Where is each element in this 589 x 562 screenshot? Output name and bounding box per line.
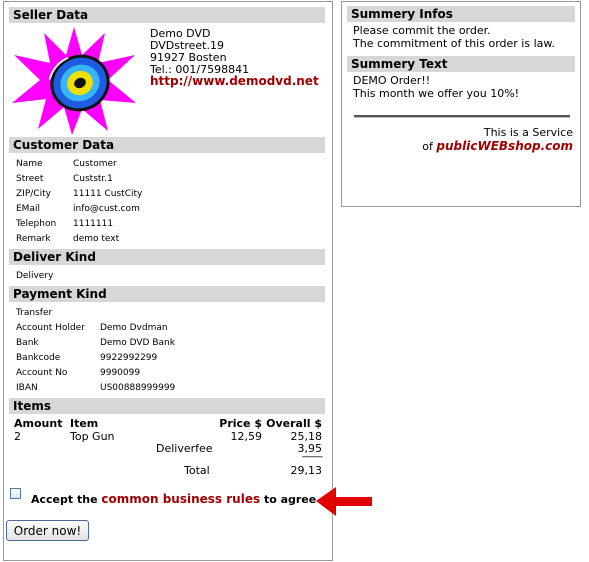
payment-label: Account No [16, 368, 68, 378]
deliverfee-label: Deliverfee [156, 442, 213, 455]
item-price: 12,59 [230, 430, 263, 443]
payment-kind: Transfer [16, 308, 53, 318]
accept-suffix: to agree [263, 493, 317, 506]
order-panel: Seller Data Demo DVD DVDstreet.19 91927 … [3, 1, 333, 561]
divider [354, 115, 570, 118]
accept-rules-checkbox[interactable] [10, 488, 21, 499]
item-amount: 2 [14, 430, 21, 443]
customer-value: info@cust.com [73, 204, 140, 214]
red-arrow-icon [316, 487, 372, 516]
summary-infos-header: Summery Infos [347, 6, 575, 22]
summary-text-line-2: This month we offer you 10%! [353, 87, 520, 100]
payment-value: Demo Dvdman [100, 323, 168, 333]
customer-header: Customer Data [9, 137, 325, 153]
total-separator: --------- [301, 452, 323, 462]
payment-value: Demo DVD Bank [100, 338, 175, 348]
summary-line-2: The commitment of this order is law. [353, 37, 555, 50]
items-header: Items [9, 398, 325, 414]
seller-header: Seller Data [9, 7, 325, 23]
service-of: of [422, 140, 433, 153]
customer-value: 11111 CustCity [73, 189, 143, 199]
customer-label: Remark [16, 234, 51, 244]
payment-header: Payment Kind [9, 286, 325, 302]
customer-label: Name [16, 159, 43, 169]
delivery-kind: Delivery [16, 271, 54, 281]
col-price-header: Price $ [219, 417, 262, 430]
customer-label: EMail [16, 204, 40, 214]
summary-text-header: Summery Text [347, 56, 575, 72]
payment-label: Account Holder [16, 323, 85, 333]
accept-prefix: Accept the [31, 493, 98, 506]
publicwebshop-link[interactable]: publicWEBshop.com [436, 139, 573, 153]
service-line: This is a Service [483, 126, 573, 139]
col-overall-header: Overall $ [266, 417, 322, 430]
payment-value: US00888999999 [100, 383, 176, 393]
col-item-header: Item [70, 417, 99, 430]
delivery-header: Deliver Kind [9, 249, 325, 265]
customer-value: Customer [73, 159, 117, 169]
summary-text-line-1: DEMO Order!! [353, 74, 431, 87]
customer-label: Telephon [16, 219, 57, 229]
summary-line-1: Please commit the order. [353, 24, 491, 37]
customer-value: 1111111 [73, 219, 114, 229]
service-brand-line: of publicWEBshop.com [422, 139, 573, 153]
total-label: Total [184, 464, 210, 477]
col-amount-header: Amount [14, 417, 63, 430]
customer-label: Street [16, 174, 44, 184]
business-rules-link[interactable]: common business rules [101, 492, 260, 506]
item-name: Top Gun [70, 430, 115, 443]
order-now-button[interactable]: Order now! [6, 520, 89, 541]
payment-label: Bank [16, 338, 39, 348]
customer-value: Custstr.1 [73, 174, 113, 184]
payment-value: 9990099 [100, 368, 141, 378]
seller-website-link[interactable]: http://www.demodvd.net [150, 74, 319, 88]
total-value: 29,13 [290, 464, 323, 477]
payment-value: 9922992299 [100, 353, 158, 363]
payment-label: IBAN [16, 383, 38, 393]
customer-value: demo text [73, 234, 120, 244]
dvd-logo-icon [12, 27, 136, 135]
payment-label: Bankcode [16, 353, 61, 363]
accept-rules-label: Accept the common business rules to agre… [31, 492, 316, 506]
summary-panel: Summery Infos Please commit the order. T… [341, 1, 581, 207]
customer-label: ZIP/City [16, 189, 51, 199]
